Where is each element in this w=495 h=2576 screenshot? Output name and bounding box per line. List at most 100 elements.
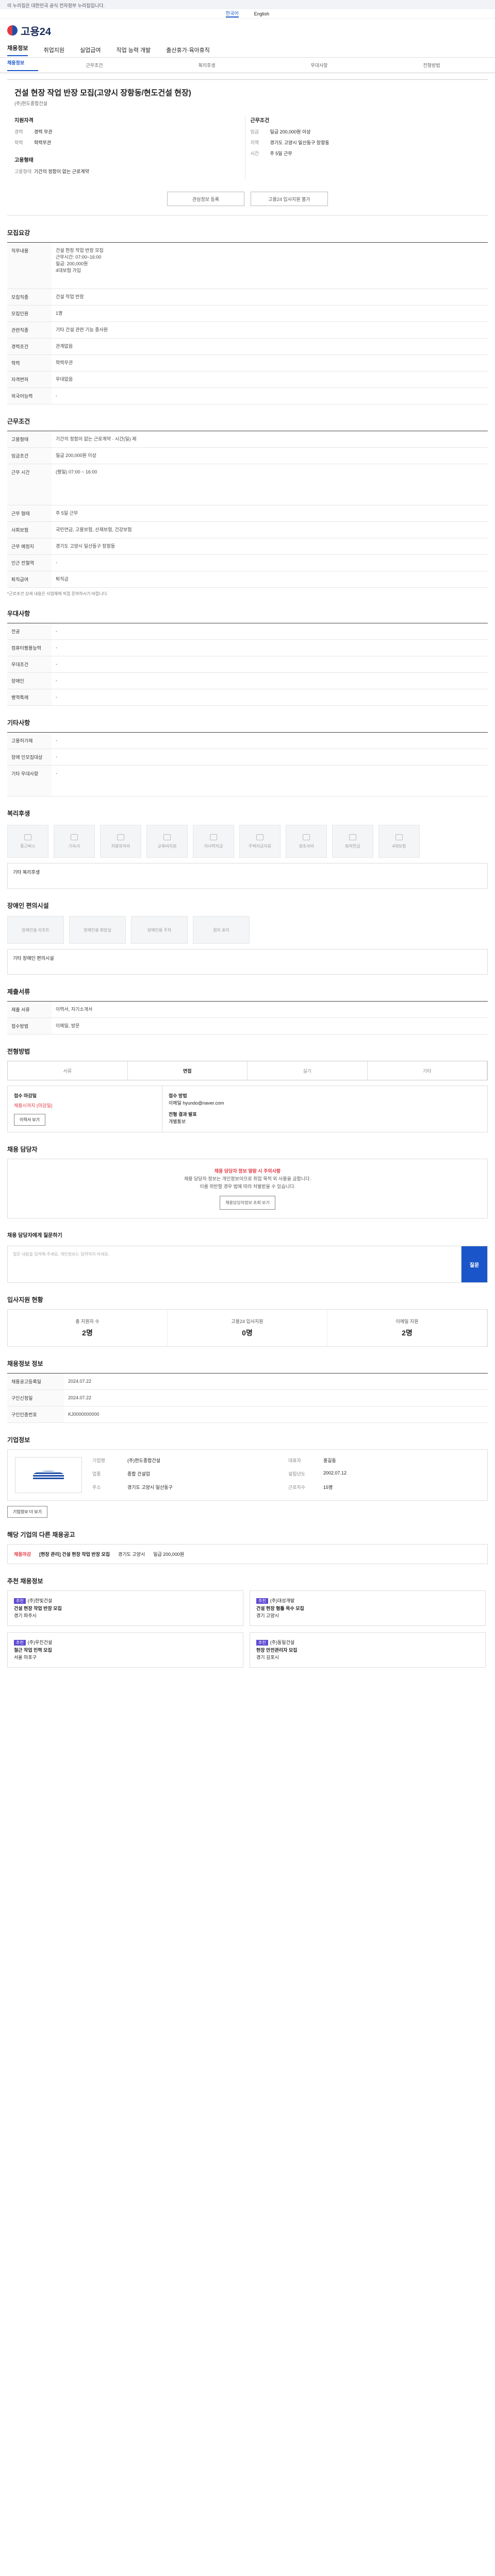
nav-item-support[interactable]: 취업지원 [43,46,64,54]
manager-warning: 채용 담당자 정보 열람 시 주의사항 [214,1168,281,1174]
company-name: (주)현도종합건설 [14,101,47,106]
other-job-location: 경기도 고양시 [118,1552,145,1557]
recommend-heading: 추천 채용정보 [7,1578,43,1585]
welfare-grid: 통근버스 기숙사 차량유지비 교육비지원 자녀학자금 주택자금지원 경조사비 퇴… [7,825,488,858]
nav-item-training[interactable]: 직업 능력 개발 [116,46,151,54]
row-label: 구인인증번호 [7,1406,64,1422]
row-label: 퇴직급여 [7,571,52,587]
row-value: - [56,738,57,743]
resume-button[interactable]: 이력서 보기 [14,1114,46,1126]
preference-table: 전공 - 컴퓨터활용능력 - 우대조건 - 장애인 - 병역특례 - [7,623,488,706]
tab-preference[interactable]: 우대사항 [263,62,375,69]
tab-process[interactable]: 전형방법 [375,62,488,69]
welfare-item: 기숙사 [54,825,95,858]
etc-table: 고용허가제 - 장애 인모집대상 - 기타 우대사항 - [7,732,488,796]
tab-recruit[interactable]: 채용정보 [7,59,38,71]
row-value: (평일) 07:00 ~ 16:00 [56,469,97,474]
nav-item-leave[interactable]: 출산휴가·육아휴직 [166,46,210,54]
disability-grid: 장애인용 리프트 장애인용 화장실 장애인용 주차 점자 표지 [7,916,488,944]
other-job-tag: 채용마감 [14,1552,31,1557]
result-value: 개별통보 [169,1119,186,1124]
row-value: 일급 200,000원 이상 [56,453,96,458]
recommend-card[interactable]: 추천 (주)대성개발 건설 현장 형틀 목수 모집 경기 고양시 [250,1590,486,1626]
row-label: 근무 형태 [7,505,52,521]
recommend-tag: 추천 [14,1598,26,1604]
site-logo[interactable]: 고용24 [0,19,495,42]
row-value: 2024.07.22 [68,1379,92,1384]
lang-english[interactable]: English [254,11,270,16]
welfare-item: 통근버스 [7,825,48,858]
area-value: 경기도 고양시 일산동구 장항동 [270,140,329,145]
corp-value: 2002.07.12 [323,1470,347,1476]
recommend-location: 경기 파주시 [14,1613,37,1618]
row-value: 2024.07.22 [68,1395,92,1400]
other-jobs-heading: 해당 기업의 다른 채용공고 [7,1531,75,1538]
welfare-label: 기숙사 [68,843,80,849]
nav-item-jobs[interactable]: 채용정보 [7,44,28,56]
condition-heading: 근무조건 [250,118,270,124]
other-job-card[interactable]: 채용마감 [현장 관리] 건설 현장 작업 반장 모집 경기도 고양시 일급 2… [7,1544,488,1564]
welfare-item: 교육비지원 [146,825,188,858]
manager-box: 채용 담당자 정보 열람 시 주의사항 채용 담당자 정보는 개인정보이므로 취… [7,1159,488,1218]
nav-item-benefit[interactable]: 실업급여 [80,46,101,54]
row-value: 주 5일 근무 [56,511,78,516]
apply-button[interactable]: 고용24 입사지원 불가 [251,192,328,206]
welfare-icon [303,834,310,840]
preference-heading: 우대사항 [7,610,30,617]
row-label: 근무 예정지 [7,538,52,554]
manager-view-button[interactable]: 채용담당자정보 조회 보기 [220,1196,275,1210]
time-value: 주 5일 근무 [270,151,292,156]
row-label: 컴퓨터활용능력 [7,640,52,656]
row-label: 외국어능력 [7,388,52,404]
row-label: 접수방법 [7,1018,52,1034]
recommend-card[interactable]: 추천 (주)우진건설 철근 작업 인력 모집 서울 마포구 [7,1632,243,1668]
ask-submit-button[interactable]: 질문 [461,1246,487,1282]
corp-more-button[interactable]: 기업정보 더 보기 [7,1506,47,1518]
stat-item: 이메일 지원 2명 [327,1310,487,1346]
row-value: 이력서, 자기소개서 [56,1007,93,1012]
company-logo [15,1457,82,1493]
row-value: 건설 작업 반장 [56,294,84,299]
manager-text-1: 채용 담당자 정보는 개인정보이므로 취업 목적 외 사용을 금합니다. [184,1176,311,1181]
recommend-card[interactable]: 추천 (주)동일건설 현장 안전관리자 모집 경기 김포시 [250,1632,486,1668]
documents-heading: 제출서류 [7,988,30,995]
manager-heading: 채용 담당자 [7,1146,38,1153]
stat-value: 2명 [82,1329,93,1337]
company-logo-icon [33,1471,64,1479]
welfare-icon [163,834,171,840]
step-document: 서류 [8,1061,128,1080]
section-tabs: 채용정보 근무조건 복리후생 우대사항 전형방법 [0,58,495,73]
tab-welfare[interactable]: 복리후생 [151,62,263,69]
apply-info: 접수 마감일 채용시까지 (마감일) 이력서 보기 접수 방법 이메일 hyun… [7,1086,488,1132]
recommend-tag: 추천 [256,1640,268,1646]
lang-korean[interactable]: 한국어 [225,10,239,18]
row-label: 기타 우대사항 [7,766,52,796]
welfare-item: 주택자금지원 [239,825,280,858]
row-value: 기타 건설 관련 기능 종사원 [56,327,108,332]
recommend-card[interactable]: 추천 (주)한빛건설 건설 현장 작업 반장 모집 경기 파주시 [7,1590,243,1626]
recommend-location: 경기 고양시 [256,1613,279,1618]
row-value: 퇴직금 [56,577,69,582]
stat-label: 총 지원자 수 [75,1319,100,1324]
welfare-icon [349,834,356,840]
condition-note: *근로조건 상세 내용은 사업체에 직접 문의하시기 바랍니다. [7,591,108,596]
row-value: 국민연금, 고용보험, 산재보험, 건강보험 [56,527,132,532]
disability-item: 점자 표지 [193,916,250,944]
recommend-company: (주)우진건설 [27,1640,53,1645]
ask-textarea[interactable]: 질문 내용을 입력해 주세요. 개인정보는 입력하지 마세요. [8,1246,461,1282]
corp-label: 근로자수 [288,1485,306,1490]
interest-button[interactable]: 관심정보 등록 [167,192,244,206]
recommend-tag: 추천 [14,1640,26,1646]
row-label: 임금조건 [7,448,52,464]
disability-item: 장애인용 주차 [131,916,188,944]
row-label: 전공 [7,623,52,639]
disability-other-box: 기타 장애인 편의시설 [7,949,488,975]
employment-value: 기간의 정함이 없는 근로계약 [34,169,89,174]
stat-item: 총 지원자 수 2명 [8,1310,168,1346]
disability-heading: 장애인 편의시설 [7,902,49,909]
row-value: 1명 [56,311,63,316]
tab-condition[interactable]: 근무조건 [38,62,151,69]
step-practical: 실기 [248,1061,368,1080]
stat-label: 이메일 지원 [395,1319,419,1324]
register-table: 채용공고등록일 2024.07.22 구인신청일 2024.07.22 구인인증번호… [7,1373,488,1423]
